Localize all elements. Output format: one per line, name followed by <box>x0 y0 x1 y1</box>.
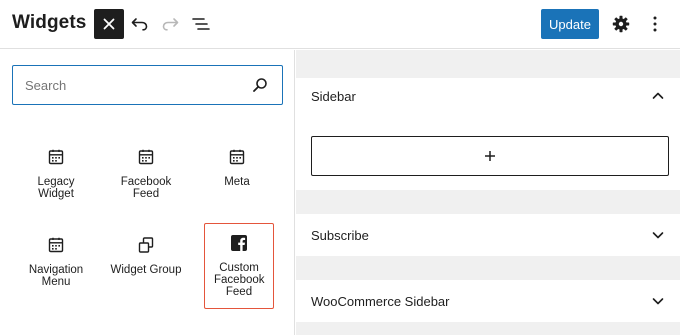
widget-areas: Sidebar Subscribe WooCommerce Sidebar <box>296 50 680 335</box>
widget-area-subscribe[interactable]: Subscribe <box>296 214 680 256</box>
block-label: Facebook Feed <box>120 176 172 200</box>
widget-area-sidebar: Sidebar <box>296 78 680 190</box>
close-icon <box>103 18 115 30</box>
search-icon[interactable] <box>252 77 268 93</box>
block-widget-group[interactable]: Widget Group <box>110 236 182 276</box>
block-label: Widget Group <box>110 264 182 276</box>
settings-button[interactable] <box>609 12 633 36</box>
plus-icon <box>485 151 495 161</box>
redo-icon <box>162 18 179 31</box>
block-legacy-widget[interactable]: Legacy Widget <box>20 148 92 200</box>
group-icon <box>138 237 154 253</box>
block-meta[interactable]: Meta <box>201 148 273 188</box>
undo-button[interactable] <box>128 12 152 36</box>
more-vertical-icon <box>653 16 657 32</box>
block-facebook-feed[interactable]: Facebook Feed <box>110 148 182 200</box>
page-title: Widgets <box>12 12 87 33</box>
update-button[interactable]: Update <box>541 9 599 39</box>
block-label: Meta <box>224 176 250 188</box>
calendar-icon <box>48 237 64 253</box>
facebook-icon <box>231 235 247 251</box>
options-menu-button[interactable] <box>643 12 667 36</box>
block-label: Navigation Menu <box>28 264 84 288</box>
list-view-button[interactable] <box>189 12 213 36</box>
chevron-down-icon <box>652 232 664 239</box>
search-input[interactable]: Search <box>12 65 283 105</box>
widget-area-woocommerce-sidebar[interactable]: WooCommerce Sidebar <box>296 280 680 322</box>
widget-area-title: Sidebar <box>311 88 356 104</box>
gear-icon <box>612 15 630 33</box>
block-navigation-menu[interactable]: Navigation Menu <box>20 236 92 288</box>
widget-area-title: Subscribe <box>311 227 369 243</box>
undo-icon <box>131 18 148 31</box>
chevron-up-icon <box>652 92 664 99</box>
list-view-icon <box>192 18 210 30</box>
chevron-down-icon <box>652 298 664 305</box>
close-inserter-button[interactable] <box>94 9 124 39</box>
widget-area-header[interactable]: Sidebar <box>296 78 680 114</box>
top-toolbar: Widgets Update <box>0 0 680 49</box>
calendar-icon <box>229 149 245 165</box>
add-block-button[interactable] <box>311 136 669 176</box>
block-label: Legacy Widget <box>37 176 75 200</box>
calendar-icon <box>48 149 64 165</box>
search-placeholder: Search <box>25 78 67 93</box>
block-custom-facebook-feed[interactable]: Custom Facebook Feed <box>204 223 274 309</box>
redo-button[interactable] <box>158 12 182 36</box>
widget-area-title: WooCommerce Sidebar <box>311 293 450 309</box>
block-label: Custom Facebook Feed <box>214 262 265 298</box>
calendar-icon <box>138 149 154 165</box>
block-inserter-panel: Search Legacy Widget Facebook Feed Meta … <box>0 50 295 335</box>
